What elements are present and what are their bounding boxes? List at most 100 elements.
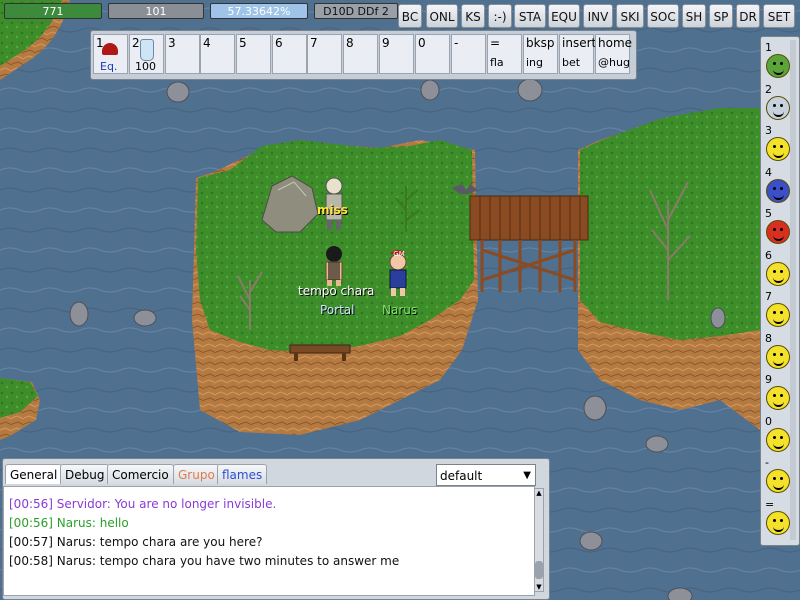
chat-line: [00:56] Narus: hello <box>9 516 129 530</box>
emote-slot-0[interactable]: 0 <box>763 414 797 454</box>
emote-key: 5 <box>765 207 772 220</box>
dr-button[interactable]: DR <box>736 4 760 28</box>
emote-slot-9[interactable]: 9 <box>763 372 797 412</box>
annoyed-face-icon <box>766 344 790 369</box>
equipment-button[interactable]: EQU <box>548 4 580 28</box>
slot-key: 3 <box>168 36 176 50</box>
slot-key: 8 <box>346 36 354 50</box>
slot-key: home <box>598 36 633 50</box>
shortcut-slot-4[interactable]: 4 <box>200 34 235 74</box>
tab-grupo[interactable]: Grupo <box>173 464 220 484</box>
smiley-button[interactable]: :-) <box>488 4 512 28</box>
emote-slot-6[interactable]: 6 <box>763 248 797 288</box>
emote-slot--[interactable]: - <box>763 455 797 495</box>
tab-flames[interactable]: flames <box>217 464 268 484</box>
emote-slot-7[interactable]: 7 <box>763 289 797 329</box>
shortcut-slot-7[interactable]: 7 <box>307 34 342 74</box>
tongue-face-icon <box>766 469 790 493</box>
slot-key: 7 <box>310 36 318 50</box>
sp-button[interactable]: SP <box>709 4 733 28</box>
slot-key: 0 <box>418 36 426 50</box>
npc-name-label: tempo chara <box>298 284 375 298</box>
chat-line: [00:57] Narus: tempo chara are you here? <box>9 535 263 549</box>
emote-slot-=[interactable]: = <box>763 497 797 537</box>
shortcut-slot-equals[interactable]: = fla <box>487 34 522 74</box>
emote-key: 7 <box>765 290 772 303</box>
wink-face-icon <box>766 386 790 410</box>
tab-debug[interactable]: Debug <box>60 464 110 484</box>
emote-key: 2 <box>765 82 772 96</box>
scroll-down-icon[interactable]: ▼ <box>535 583 543 591</box>
slot-key: 6 <box>275 36 283 50</box>
shortcut-slot-minus[interactable]: - <box>451 34 486 74</box>
emote-slot-4[interactable]: 4 <box>763 165 797 205</box>
settings-button[interactable]: SET <box>763 4 795 28</box>
sick-face-icon <box>766 54 790 78</box>
xp-bar: 57.33642% <box>210 3 308 19</box>
emote-slot-5[interactable]: 5 <box>763 206 797 246</box>
tab-comercio[interactable]: Comercio <box>107 464 174 484</box>
skills-button[interactable]: SKI <box>616 4 644 28</box>
shortcut-slot-1[interactable]: 1 Eq. <box>93 34 128 74</box>
emote-key: 3 <box>765 124 772 137</box>
shortcut-slot-9[interactable]: 9 <box>379 34 414 74</box>
job-bar: D10D DDf 2 <box>314 3 398 19</box>
emote-key: 1 <box>765 41 772 54</box>
shortcut-slot-bksp[interactable]: bksp ing <box>523 34 558 74</box>
potion-bottle-icon <box>140 39 154 61</box>
slot-key: 5 <box>239 36 247 50</box>
bc-button[interactable]: BC <box>398 4 422 28</box>
laugh-face-icon <box>766 427 790 452</box>
shortcut-slot-8[interactable]: 8 <box>343 34 378 74</box>
social-button[interactable]: SOC <box>647 4 679 28</box>
slot-key: 2 <box>132 36 140 50</box>
slot-key: insert <box>562 36 597 50</box>
slot-key: - <box>454 36 459 50</box>
online-button[interactable]: ONL <box>426 4 458 28</box>
ks-button[interactable]: KS <box>461 4 485 28</box>
shortcut-slot-home[interactable]: home @hug <box>595 34 633 74</box>
shortcut-slot-5[interactable]: 5 <box>236 34 271 74</box>
slot-key: 9 <box>382 36 390 50</box>
halo-face-icon <box>766 303 790 327</box>
slot-label: 100 <box>135 60 156 73</box>
slot-label: @hug <box>598 56 630 69</box>
emote-key: 0 <box>765 414 772 428</box>
smile-face-icon <box>766 137 790 161</box>
shortcut-slot-6[interactable]: 6 <box>272 34 307 74</box>
npc-tempo-chara[interactable] <box>325 246 343 286</box>
chat-log: [00:56] Servidor: You are no longer invi… <box>3 486 535 596</box>
emote-slot-8[interactable]: 8 <box>763 331 797 371</box>
slot-label: fla <box>490 56 504 69</box>
channel-select[interactable]: default ▼ <box>436 464 536 486</box>
portal-name-label: Portal <box>320 303 355 317</box>
tab-general[interactable]: General <box>5 464 63 484</box>
miss-indicator: miss <box>317 203 348 217</box>
slot-key: 4 <box>203 36 211 50</box>
angry-face-icon <box>766 220 790 244</box>
mp-bar: 101 <box>108 3 204 19</box>
scroll-up-icon[interactable]: ▲ <box>535 489 543 497</box>
player-name-label: Narus <box>382 303 418 317</box>
shortcut-slot-2[interactable]: 2 100 <box>129 34 164 74</box>
status-button[interactable]: STA <box>514 4 546 28</box>
blue-face-icon <box>766 178 790 203</box>
chat-scrollbar[interactable]: ▲ ▼ <box>534 488 544 592</box>
emote-key: 8 <box>765 331 772 345</box>
emote-key: = <box>765 497 775 511</box>
inventory-button[interactable]: INV <box>583 4 613 28</box>
cool-face-icon <box>766 510 790 535</box>
chat-line: [00:56] Servidor: You are no longer invi… <box>9 497 277 511</box>
slot-key: bksp <box>526 36 555 50</box>
emote-key: 6 <box>765 248 772 262</box>
shortcut-slot-insert[interactable]: insert bet <box>559 34 597 74</box>
scroll-thumb[interactable] <box>535 561 543 579</box>
shortcut-button[interactable]: SH <box>682 4 706 28</box>
emote-slot-3[interactable]: 3 <box>763 123 797 163</box>
emote-slot-2[interactable]: 2 <box>763 82 797 122</box>
emote-slot-1[interactable]: 1 <box>763 40 797 80</box>
shortcut-slot-3[interactable]: 3 <box>165 34 200 74</box>
hp-bar: 771 <box>4 3 102 19</box>
slot-label: ing <box>526 56 544 69</box>
shortcut-slot-0[interactable]: 0 <box>415 34 450 74</box>
